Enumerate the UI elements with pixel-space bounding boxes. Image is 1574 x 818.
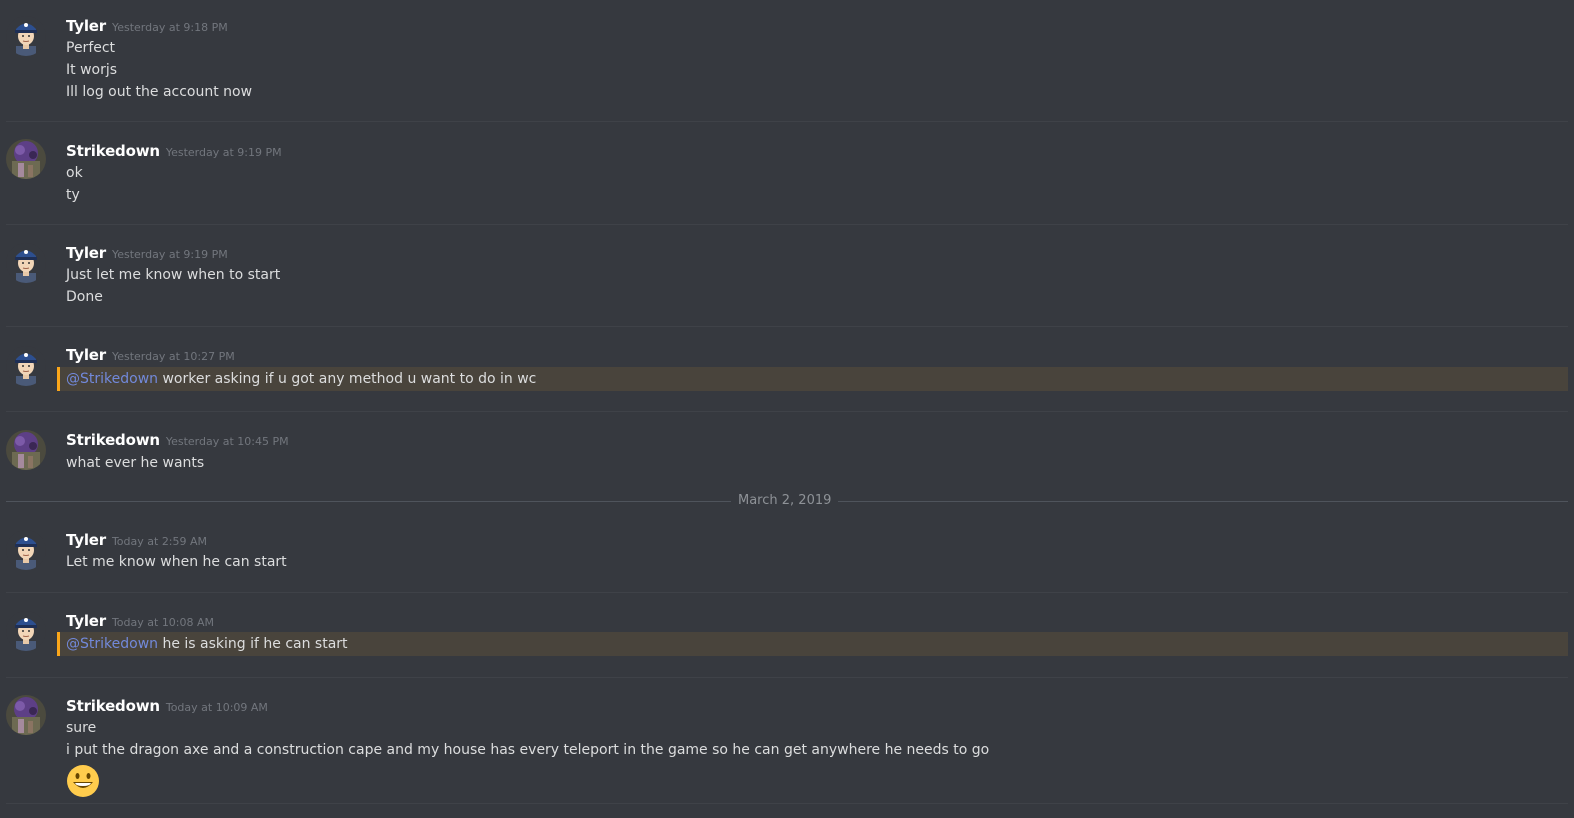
message-text: ok (66, 165, 83, 181)
message-text: It worjs (66, 62, 118, 78)
tyler-avatar[interactable] (6, 530, 46, 570)
tyler-avatar[interactable] (6, 346, 46, 386)
message-text-content: worker asking if u got any method u want… (158, 371, 537, 387)
message-text: Let me know when he can start (66, 554, 287, 570)
tyler-avatar[interactable] (6, 611, 46, 651)
message-header: Tyler Yesterday at 10:27 PM (66, 345, 235, 365)
timestamp[interactable]: Today at 2:59 AM (112, 535, 207, 548)
message-group: Strikedown Today at 10:09 AM sure i put t… (0, 678, 1574, 804)
message-text: Done (66, 289, 103, 305)
message-header: Tyler Yesterday at 9:19 PM (66, 243, 228, 263)
smiley-emoji-icon[interactable] (66, 764, 100, 798)
message-text: Just let me know when to start (66, 267, 281, 283)
timestamp[interactable]: Yesterday at 9:19 PM (166, 146, 282, 159)
police-officer-avatar-icon (6, 243, 46, 283)
message-text: Perfect (66, 40, 116, 56)
user-mention[interactable]: @Strikedown (66, 371, 158, 387)
timestamp[interactable]: Yesterday at 10:27 PM (112, 350, 235, 363)
message-text-content: he is asking if he can start (158, 636, 348, 652)
strikedown-avatar[interactable] (6, 430, 46, 470)
message-text: i put the dragon axe and a construction … (66, 742, 990, 758)
purple-creature-avatar-icon (6, 139, 46, 179)
timestamp[interactable]: Yesterday at 9:18 PM (112, 21, 228, 34)
username[interactable]: Tyler (66, 346, 106, 364)
message-text: @Strikedown he is asking if he can start (66, 634, 348, 654)
user-mention[interactable]: @Strikedown (66, 636, 158, 652)
tyler-avatar[interactable] (6, 16, 46, 56)
police-officer-avatar-icon (6, 611, 46, 651)
message-group: Tyler Today at 10:08 AM @Strikedown he is… (0, 593, 1574, 677)
message-text: sure (66, 720, 97, 736)
username[interactable]: Strikedown (66, 142, 160, 160)
message-header: Strikedown Yesterday at 9:19 PM (66, 141, 282, 161)
mention-highlight: @Strikedown worker asking if u got any m… (57, 367, 1568, 391)
police-officer-avatar-icon (6, 16, 46, 56)
strikedown-avatar[interactable] (6, 695, 46, 735)
message-header: Tyler Today at 10:08 AM (66, 611, 214, 631)
username[interactable]: Tyler (66, 612, 106, 630)
username[interactable]: Tyler (66, 17, 106, 35)
purple-creature-avatar-icon (6, 430, 46, 470)
chat-message-list[interactable]: Tyler Yesterday at 9:18 PM Perfect It wor… (0, 0, 1574, 818)
message-group: Tyler Today at 2:59 AM Let me know when h… (0, 512, 1574, 592)
timestamp[interactable]: Today at 10:08 AM (112, 616, 214, 629)
username[interactable]: Tyler (66, 244, 106, 262)
message-header: Tyler Today at 2:59 AM (66, 530, 207, 550)
username[interactable]: Tyler (66, 531, 106, 549)
message-header: Tyler Yesterday at 9:18 PM (66, 16, 228, 36)
purple-creature-avatar-icon (6, 695, 46, 735)
message-text: what ever he wants (66, 455, 205, 471)
username[interactable]: Strikedown (66, 697, 160, 715)
message-text: ty (66, 187, 80, 203)
police-officer-avatar-icon (6, 346, 46, 386)
mention-highlight: @Strikedown he is asking if he can start (57, 632, 1568, 656)
message-group: Tyler Yesterday at 9:18 PM Perfect It wor… (0, 0, 1574, 122)
message-group: Strikedown Yesterday at 9:19 PM ok ty (0, 122, 1574, 224)
message-text: Ill log out the account now (66, 84, 253, 100)
message-header: Strikedown Today at 10:09 AM (66, 696, 268, 716)
timestamp[interactable]: Yesterday at 10:45 PM (166, 435, 289, 448)
date-divider-label: March 2, 2019 (731, 493, 839, 508)
police-officer-avatar-icon (6, 530, 46, 570)
message-text: @Strikedown worker asking if u got any m… (66, 369, 536, 389)
message-divider (6, 803, 1568, 804)
message-group: Tyler Yesterday at 10:27 PM @Strikedown w… (0, 327, 1574, 411)
tyler-avatar[interactable] (6, 243, 46, 283)
strikedown-avatar[interactable] (6, 139, 46, 179)
message-group: Strikedown Yesterday at 10:45 PM what eve… (0, 412, 1574, 492)
message-header: Strikedown Yesterday at 10:45 PM (66, 430, 289, 450)
username[interactable]: Strikedown (66, 431, 160, 449)
timestamp[interactable]: Yesterday at 9:19 PM (112, 248, 228, 261)
timestamp[interactable]: Today at 10:09 AM (166, 701, 268, 714)
message-group: Tyler Yesterday at 9:19 PM Just let me kn… (0, 225, 1574, 327)
